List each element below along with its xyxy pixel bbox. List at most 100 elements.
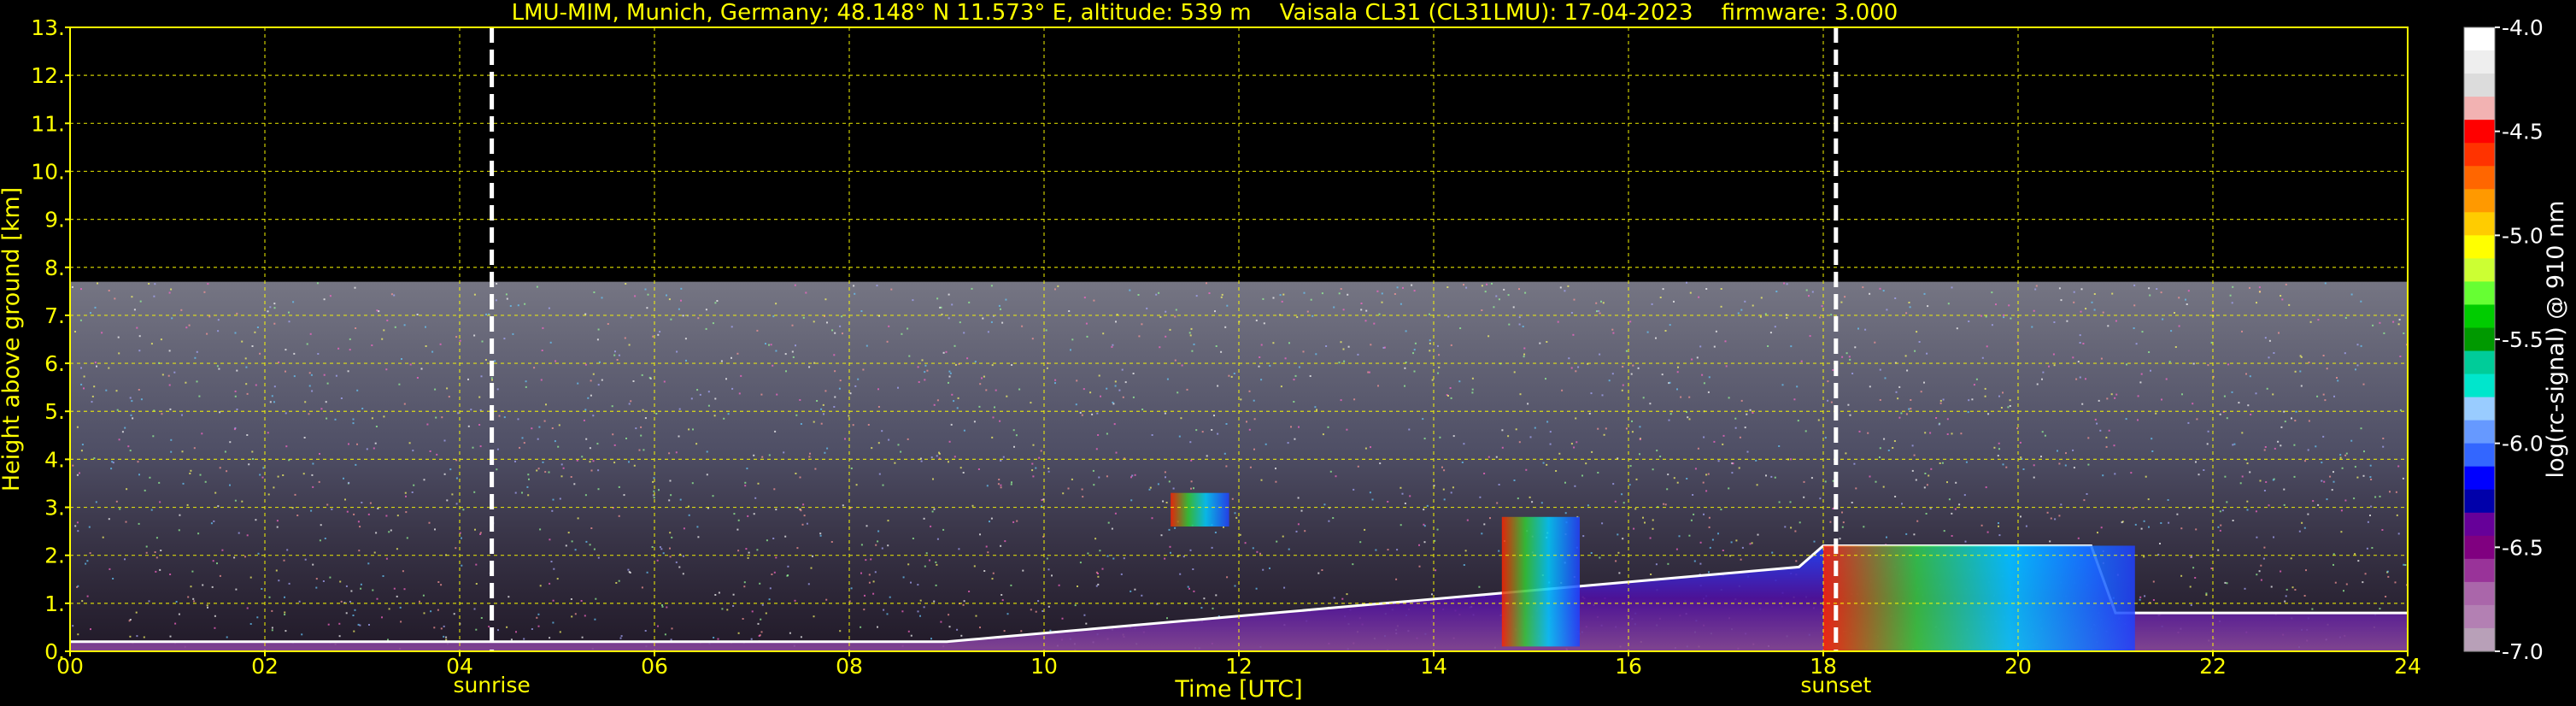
speckle bbox=[1713, 440, 1716, 443]
speckle bbox=[627, 568, 630, 571]
speckle bbox=[2345, 583, 2348, 585]
speckle bbox=[655, 413, 658, 415]
speckle bbox=[405, 495, 407, 497]
speckle bbox=[1047, 568, 1050, 571]
speckle bbox=[2366, 547, 2368, 550]
speckle bbox=[917, 610, 919, 613]
speckle bbox=[1035, 467, 1037, 469]
speckle bbox=[149, 476, 151, 479]
speckle bbox=[118, 352, 120, 355]
speckle bbox=[1924, 473, 1927, 474]
speckle bbox=[560, 475, 563, 478]
speckle bbox=[1413, 290, 1416, 292]
speckle bbox=[1121, 368, 1124, 371]
speckle bbox=[229, 441, 232, 444]
speckle bbox=[1275, 480, 1277, 483]
speckle bbox=[1574, 485, 1576, 487]
speckle bbox=[233, 556, 236, 559]
speckle bbox=[628, 461, 630, 463]
speckle bbox=[248, 463, 250, 466]
speckle bbox=[443, 439, 446, 442]
speckle bbox=[1858, 430, 1861, 432]
speckle bbox=[1234, 585, 1236, 587]
speckle bbox=[1483, 473, 1486, 474]
speckle bbox=[1939, 402, 1942, 404]
speckle bbox=[1939, 462, 1941, 464]
speckle bbox=[1895, 391, 1898, 393]
speckle bbox=[285, 630, 287, 632]
speckle bbox=[2210, 568, 2213, 569]
speckle bbox=[948, 317, 950, 320]
speckle bbox=[669, 556, 672, 558]
speckle bbox=[860, 544, 863, 546]
speckle bbox=[958, 548, 960, 550]
speckle bbox=[1519, 393, 1522, 396]
speckle bbox=[1160, 534, 1163, 537]
speckle bbox=[2195, 528, 2198, 531]
speckle bbox=[1893, 440, 1896, 442]
speckle bbox=[872, 592, 875, 595]
speckle bbox=[1655, 563, 1658, 566]
speckle bbox=[2180, 574, 2183, 577]
speckle bbox=[765, 612, 767, 615]
speckle bbox=[275, 569, 278, 572]
speckle bbox=[813, 362, 816, 364]
speckle bbox=[343, 477, 344, 479]
speckle bbox=[434, 388, 437, 391]
speckle bbox=[1691, 358, 1693, 361]
speckle bbox=[2079, 376, 2081, 379]
speckle bbox=[1523, 356, 1525, 358]
speckle bbox=[1381, 292, 1383, 295]
speckle bbox=[691, 482, 694, 485]
speckle bbox=[625, 438, 627, 439]
speckle bbox=[638, 449, 641, 451]
speckle bbox=[1523, 347, 1526, 350]
speckle bbox=[537, 468, 540, 470]
speckle bbox=[1317, 572, 1320, 574]
speckle bbox=[1253, 399, 1255, 402]
speckle bbox=[1329, 470, 1332, 473]
speckle bbox=[411, 491, 414, 493]
speckle bbox=[1559, 286, 1562, 289]
speckle bbox=[794, 284, 796, 286]
speckle bbox=[2106, 397, 2109, 400]
speckle bbox=[2324, 399, 2327, 402]
speckle bbox=[1046, 367, 1048, 369]
speckle bbox=[506, 626, 508, 628]
speckle bbox=[2381, 529, 2384, 531]
speckle bbox=[1916, 331, 1918, 333]
speckle bbox=[1908, 302, 1910, 303]
speckle bbox=[1986, 345, 1988, 348]
speckle bbox=[791, 350, 794, 353]
speckle bbox=[234, 390, 237, 392]
speckle bbox=[1501, 429, 1504, 432]
y-tick-label: 9. bbox=[44, 208, 65, 232]
speckle bbox=[1998, 525, 1999, 527]
speckle bbox=[844, 438, 846, 440]
speckle bbox=[2316, 395, 2319, 397]
speckle bbox=[426, 423, 429, 426]
speckle bbox=[855, 484, 858, 486]
speckle bbox=[574, 613, 577, 615]
speckle bbox=[383, 329, 385, 332]
speckle bbox=[757, 482, 760, 485]
speckle bbox=[207, 606, 208, 609]
speckle bbox=[1375, 549, 1377, 551]
speckle bbox=[1913, 454, 1916, 456]
speckle bbox=[285, 349, 287, 351]
speckle bbox=[690, 397, 693, 400]
speckle bbox=[979, 533, 981, 536]
speckle bbox=[1894, 496, 1897, 497]
speckle bbox=[213, 520, 215, 522]
speckle bbox=[991, 436, 994, 438]
speckle bbox=[865, 559, 867, 562]
speckle bbox=[1302, 350, 1305, 353]
speckle bbox=[1315, 353, 1317, 356]
speckle bbox=[119, 508, 121, 510]
speckle bbox=[2190, 603, 2192, 606]
speckle bbox=[1703, 436, 1705, 438]
speckle bbox=[288, 321, 290, 323]
speckle bbox=[868, 581, 871, 584]
speckle bbox=[814, 468, 817, 470]
speckle bbox=[161, 413, 163, 415]
